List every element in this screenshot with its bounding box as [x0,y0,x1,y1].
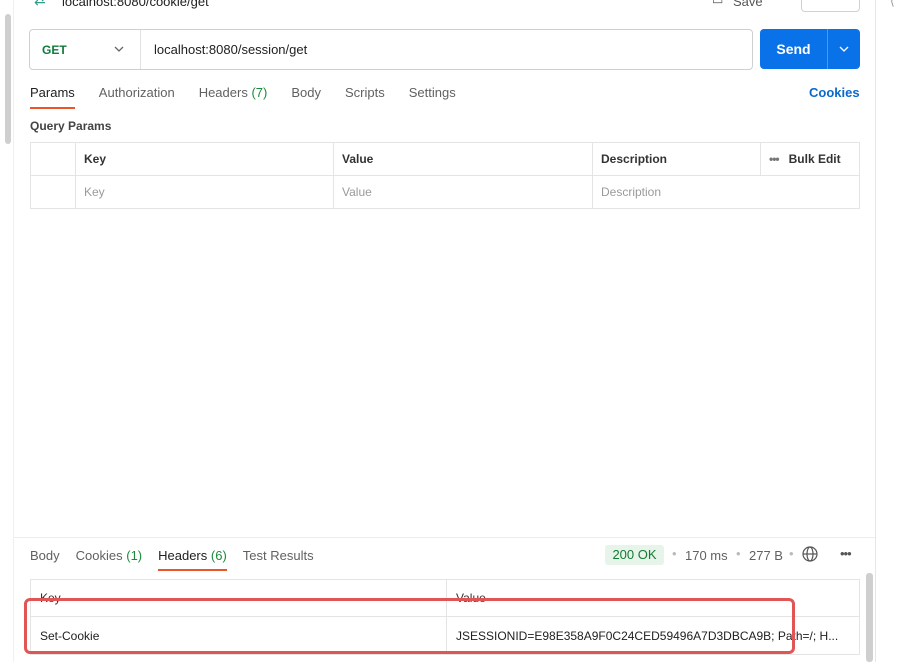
request-tabs: Params Authorization Headers (7) Body Sc… [30,84,480,110]
tab-settings[interactable]: Settings [409,84,456,110]
url-bar: GET localhost:8080/session/get [29,29,753,70]
column-value: Value [333,142,593,176]
response-divider [14,537,875,538]
tab-authorization[interactable]: Authorization [99,84,175,110]
url-input[interactable]: localhost:8080/session/get [141,42,307,57]
highlight-annotation [24,598,795,654]
checkbox-column [30,142,76,176]
response-tab-cookies[interactable]: Cookies (1) [76,547,142,565]
description-input[interactable]: Description [592,175,860,209]
more-icon: ••• [769,152,780,166]
query-params-table: Key Value Description ••• Bulk Edit Key V… [30,142,860,209]
tab-body[interactable]: Body [291,84,321,110]
separator-dot: • [672,546,677,561]
sidebar-toggle-icon[interactable]: ⟨ [890,0,895,8]
request-title[interactable]: localhost:8080/cookie/get [62,0,209,9]
response-tab-headers[interactable]: Headers (6) [158,547,227,571]
row-checkbox-cell [30,175,76,209]
value-input[interactable]: Value [333,175,593,209]
save-button[interactable]: Save [733,0,763,9]
globe-icon[interactable] [802,546,818,562]
save-icon[interactable]: ▭ [712,0,723,7]
response-scrollbar[interactable] [866,573,873,662]
query-params-label: Query Params [30,119,112,133]
chevron-down-icon [114,44,124,55]
tab-headers[interactable]: Headers (7) [199,84,268,110]
response-time[interactable]: 170 ms [685,548,728,563]
request-header-strip: ⇄ localhost:8080/cookie/get ▭ Save Share… [0,0,897,14]
right-divider [875,0,876,662]
headers-count: (7) [251,85,268,100]
more-options-icon[interactable]: ••• [840,546,852,561]
send-button-group: Send [760,29,860,69]
tab-scripts[interactable]: Scripts [345,84,385,110]
separator-dot: • [736,546,741,561]
send-options-chevron-icon[interactable] [828,29,860,69]
method-select[interactable]: GET [30,30,141,69]
response-headers-count: (6) [210,548,227,563]
left-divider [13,0,14,662]
tab-params[interactable]: Params [30,84,75,110]
bulk-edit-button[interactable]: ••• Bulk Edit [760,142,860,176]
column-key: Key [75,142,334,176]
table-header-row: Key Value Description ••• Bulk Edit [30,142,860,176]
response-tabs: Body Cookies (1) Headers (6) Test Result… [30,547,330,571]
cookies-link[interactable]: Cookies [809,85,860,100]
status-badge[interactable]: 200 OK [605,545,664,565]
column-description: Description [592,142,761,176]
separator-dot: • [789,546,794,561]
response-size[interactable]: 277 B [749,548,783,563]
response-tab-body[interactable]: Body [30,547,60,565]
send-button[interactable]: Send [760,29,827,69]
cookies-count: (1) [126,548,143,563]
method-label: GET [42,42,67,57]
response-tab-test-results[interactable]: Test Results [243,547,314,565]
key-input[interactable]: Key [75,175,334,209]
left-scrollbar[interactable] [5,14,11,144]
table-row: Key Value Description [30,175,860,209]
request-icon: ⇄ [34,0,46,8]
share-button[interactable]: Share [801,0,860,12]
